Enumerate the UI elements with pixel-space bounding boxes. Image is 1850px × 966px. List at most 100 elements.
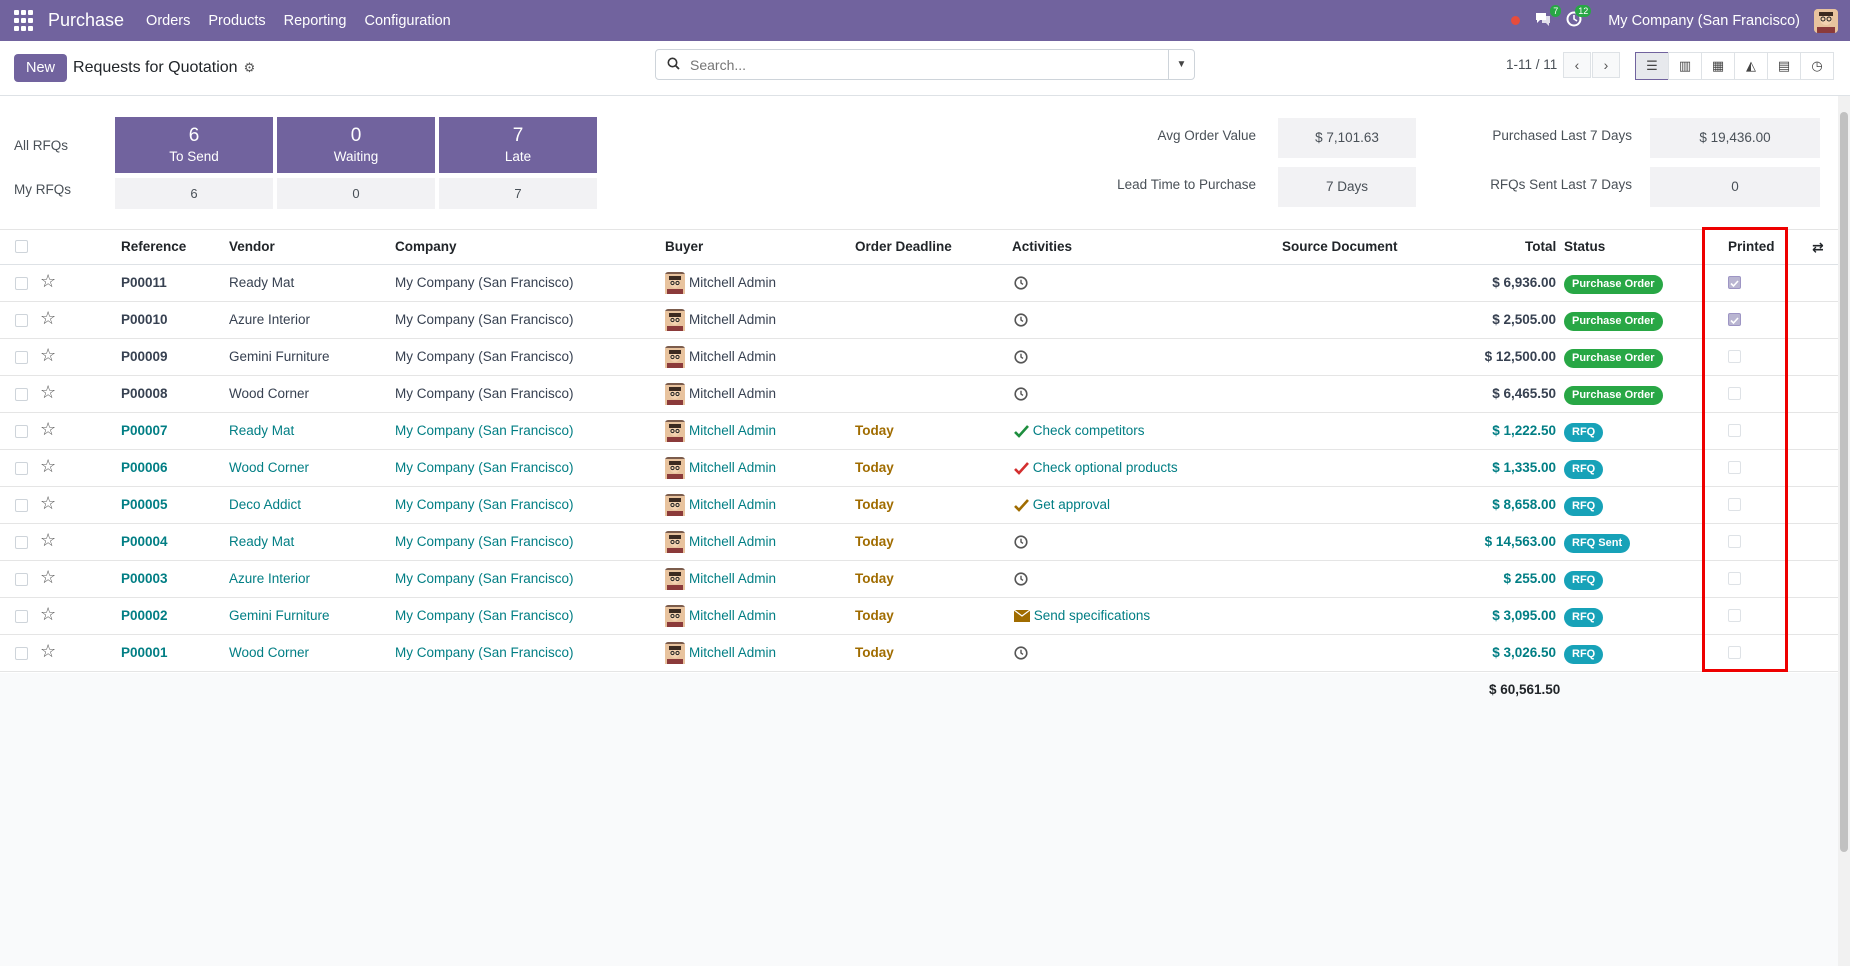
table-row[interactable]: ☆ P00003 Azure Interior My Company (San Fra… [0,561,1840,598]
table-row[interactable]: ☆ P00001 Wood Corner My Company (San Franci… [0,635,1840,672]
printed-checkbox[interactable] [1728,313,1741,326]
row-company[interactable]: My Company (San Francisco) [395,265,574,301]
scrollbar-thumb[interactable] [1840,112,1848,852]
select-all-checkbox[interactable] [15,240,28,253]
row-checkbox[interactable] [15,462,28,475]
star-icon[interactable]: ☆ [40,308,56,329]
new-button[interactable]: New [14,54,68,82]
col-activities[interactable]: Activities [1012,229,1072,265]
row-buyer[interactable]: Mitchell Admin [665,635,776,671]
row-vendor[interactable]: Wood Corner [229,376,309,412]
row-company[interactable]: My Company (San Francisco) [395,598,574,634]
star-icon[interactable]: ☆ [40,530,56,551]
tile-to-send[interactable]: 6 To Send [115,117,273,173]
activity-summary[interactable]: Get approval [1033,497,1110,512]
star-icon[interactable]: ☆ [40,456,56,477]
table-row[interactable]: ☆ P00008 Wood Corner My Company (San Franci… [0,376,1840,413]
tile-waiting[interactable]: 0 Waiting [277,117,435,173]
activity-summary[interactable]: Send specifications [1034,608,1150,623]
row-buyer[interactable]: Mitchell Admin [665,561,776,597]
row-vendor[interactable]: Ready Mat [229,524,294,560]
clock-icon[interactable] [1014,572,1028,587]
column-settings-icon[interactable]: ⇄ [1812,229,1824,265]
table-row[interactable]: ☆ P00007 Ready Mat My Company (San Francisc… [0,413,1840,450]
apps-grid-icon[interactable] [14,9,36,32]
printed-checkbox[interactable] [1728,572,1741,585]
clock-icon[interactable] [1014,313,1028,328]
col-buyer[interactable]: Buyer [665,229,703,265]
star-icon[interactable]: ☆ [40,604,56,625]
row-activity[interactable]: Send specifications [1013,598,1150,634]
star-icon[interactable]: ☆ [40,419,56,440]
bug-indicator-icon[interactable] [1511,16,1521,25]
row-reference[interactable]: P00008 [121,376,168,412]
calendar-view-button[interactable]: ▤ [1767,52,1801,80]
check-green-icon[interactable] [1014,425,1029,438]
row-checkbox[interactable] [15,425,28,438]
menu-configuration[interactable]: Configuration [364,13,450,29]
row-vendor[interactable]: Wood Corner [229,450,309,486]
row-checkbox[interactable] [15,351,28,364]
col-total[interactable]: Total [1525,229,1556,265]
row-reference[interactable]: P00006 [121,450,168,486]
row-company[interactable]: My Company (San Francisco) [395,561,574,597]
search-input[interactable] [690,50,1168,79]
row-buyer[interactable]: Mitchell Admin [665,413,776,449]
chat-icon[interactable]: 7 [1534,4,1562,31]
list-view-button[interactable]: ☰ [1635,52,1669,80]
row-activity[interactable] [1014,376,1028,412]
row-company[interactable]: My Company (San Francisco) [395,339,574,375]
star-icon[interactable]: ☆ [40,271,56,292]
row-reference[interactable]: P00010 [121,302,168,338]
vertical-scrollbar[interactable] [1838,96,1850,966]
clock-icon[interactable] [1014,387,1028,402]
row-activity[interactable] [1014,561,1028,597]
my-late[interactable]: 7 [439,178,597,209]
row-company[interactable]: My Company (San Francisco) [395,524,574,560]
printed-checkbox[interactable] [1728,424,1741,437]
row-vendor[interactable]: Ready Mat [229,265,294,301]
table-row[interactable]: ☆ P00004 Ready Mat My Company (San Francisc… [0,524,1840,561]
row-company[interactable]: My Company (San Francisco) [395,487,574,523]
pager-value[interactable]: 1-11 / 11 [1506,57,1557,72]
user-avatar[interactable] [1814,8,1838,33]
pivot-view-button[interactable]: ▦ [1701,52,1735,80]
pager-next-button[interactable]: › [1592,52,1620,78]
row-activity[interactable] [1014,265,1028,301]
table-row[interactable]: ☆ P00011 Ready Mat My Company (San Francisc… [0,265,1840,302]
app-brand[interactable]: Purchase [48,10,124,31]
pager-previous-button[interactable]: ‹ [1563,52,1591,78]
activity-summary[interactable]: Check optional products [1033,460,1178,475]
menu-reporting[interactable]: Reporting [284,13,347,29]
col-company[interactable]: Company [395,229,457,265]
row-vendor[interactable]: Wood Corner [229,635,309,671]
star-icon[interactable]: ☆ [40,641,56,662]
row-buyer[interactable]: Mitchell Admin [665,598,776,634]
row-buyer[interactable]: Mitchell Admin [665,265,776,301]
row-reference[interactable]: P00007 [121,413,168,449]
row-company[interactable]: My Company (San Francisco) [395,413,574,449]
printed-checkbox[interactable] [1728,387,1741,400]
search-options-toggle[interactable]: ▼ [1168,50,1194,79]
row-checkbox[interactable] [15,388,28,401]
row-reference[interactable]: P00004 [121,524,168,560]
row-company[interactable]: My Company (San Francisco) [395,450,574,486]
col-status[interactable]: Status [1564,229,1605,265]
menu-orders[interactable]: Orders [146,13,190,29]
col-reference[interactable]: Reference [121,229,186,265]
row-buyer[interactable]: Mitchell Admin [665,487,776,523]
table-row[interactable]: ☆ P00002 Gemini Furniture My Company (San F… [0,598,1840,635]
row-vendor[interactable]: Azure Interior [229,561,310,597]
row-activity[interactable] [1014,635,1028,671]
col-vendor[interactable]: Vendor [229,229,275,265]
kanban-view-button[interactable]: ▥ [1668,52,1702,80]
row-checkbox[interactable] [15,536,28,549]
row-vendor[interactable]: Azure Interior [229,302,310,338]
row-vendor[interactable]: Deco Addict [229,487,301,523]
row-vendor[interactable]: Ready Mat [229,413,294,449]
table-row[interactable]: ☆ P00005 Deco Addict My Company (San Franci… [0,487,1840,524]
clock-icon[interactable] [1014,276,1028,291]
row-checkbox[interactable] [15,573,28,586]
graph-view-button[interactable]: ◭ [1734,52,1768,80]
row-activity[interactable]: Check optional products [1014,450,1178,486]
